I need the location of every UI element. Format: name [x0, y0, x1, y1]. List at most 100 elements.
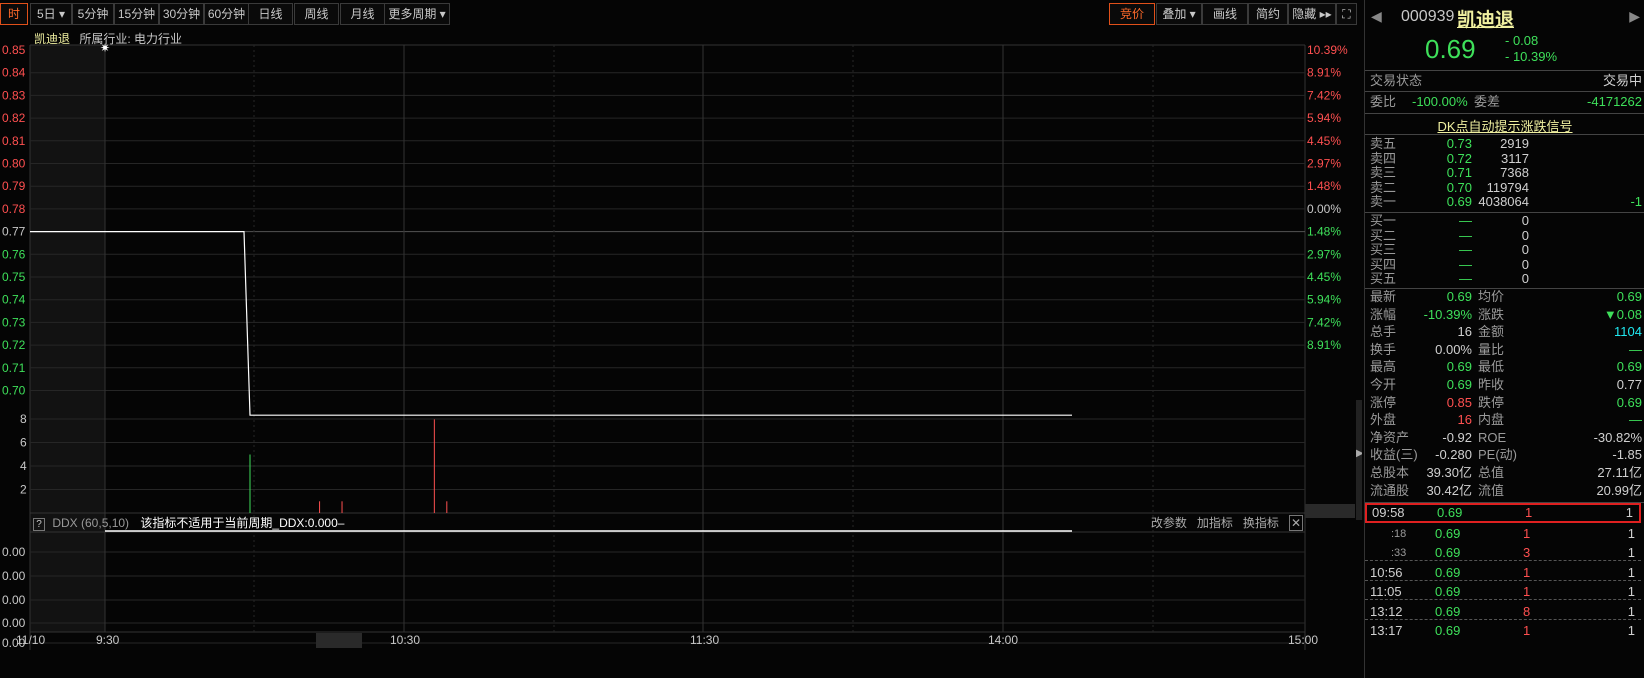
price-tick: 0.72 [2, 338, 26, 352]
stat-row: 总手 16 金额 1104 [1370, 324, 1642, 340]
volume-tick: 4 [20, 459, 27, 473]
wb-label: 委比 [1370, 94, 1397, 109]
price-tick: 0.85 [2, 43, 26, 57]
pct-tick: 8.91% [1307, 338, 1341, 352]
pct-tick: 5.94% [1307, 111, 1341, 125]
ddx-tick: 0.00 [2, 593, 26, 607]
tick-time: :33 [1391, 547, 1407, 559]
tick-price: 0.69 [1435, 545, 1461, 560]
intraday-chart[interactable]: 0.85 0.84 0.83 0.82 0.81 0.80 0.79 0.78 0.77 0.76… [0, 0, 1362, 678]
price-tick: 0.83 [2, 88, 26, 102]
dk-signal-link[interactable]: DK点自动提示涨跌信号 [1365, 116, 1644, 135]
ask-volume: 3117 [1501, 150, 1529, 166]
tick-row: 10:56 0.69 1 1 [1365, 565, 1641, 581]
tick-count: 1 [1627, 564, 1635, 580]
tick-price: 0.69 [1435, 603, 1461, 619]
stat-label: 量比 [1478, 341, 1505, 357]
tick-row: 11:05 0.69 1 1 [1365, 584, 1641, 600]
bid-row: 买四 — 0 [1370, 256, 1642, 272]
stat-label: 均价 [1478, 289, 1505, 304]
tick-volume: 1 [1523, 564, 1531, 580]
stat-value: -0.280 [1435, 447, 1472, 463]
price-tick: 0.84 [2, 66, 26, 80]
price-tick: 0.73 [2, 315, 26, 329]
stat-label: 外盘 [1370, 412, 1397, 428]
ask-label: 卖一 [1370, 194, 1397, 209]
stat-label: 涨停 [1370, 394, 1397, 410]
stat-row: 今开 0.69 昨收 0.77 [1370, 377, 1642, 393]
price-tick: 0.76 [2, 247, 26, 261]
stat-label: PE(动) [1478, 447, 1518, 463]
ask-volume: 119794 [1486, 179, 1529, 195]
tick-volume: 1 [1523, 525, 1531, 541]
close-indicator-button[interactable]: ✕ [1288, 515, 1303, 531]
tick-count: 1 [1627, 603, 1635, 619]
price-tick: 0.70 [2, 384, 26, 398]
wc-label: 委差 [1474, 94, 1501, 109]
help-button[interactable]: ? [33, 518, 45, 531]
stat-value: 39.30亿 [1426, 465, 1472, 480]
next-stock-arrow-icon[interactable]: ▶ [1629, 8, 1640, 25]
ask-price: 0.72 [1446, 150, 1472, 166]
bid-label: 买一 [1370, 213, 1397, 228]
ask-label: 卖四 [1370, 150, 1397, 166]
price-tick: 0.81 [2, 134, 26, 148]
stat-label: 涨跌 [1478, 306, 1505, 322]
ask-label: 卖五 [1370, 136, 1397, 151]
ask-row: 卖一 0.69 4038064 -1 [1370, 195, 1642, 209]
stat-label: 涨幅 [1370, 306, 1397, 322]
cursor-time-highlight [316, 633, 362, 648]
stat-value: 0.69 [1446, 359, 1472, 375]
bid-label: 买四 [1370, 256, 1397, 272]
switch-indicator-button[interactable]: 换指标 [1243, 516, 1279, 530]
stat-value: 16 [1457, 412, 1472, 428]
stock-name[interactable]: 凯迪退 [1457, 5, 1514, 32]
bid-price: — [1459, 227, 1472, 243]
tick-row: 09:58 0.69 1 1 [1365, 503, 1641, 523]
pct-tick: 8.91% [1307, 66, 1341, 80]
price-tick: 0.80 [2, 157, 26, 171]
bid-volume: 0 [1521, 213, 1529, 228]
edit-params-button[interactable]: 改参数 [1151, 516, 1187, 530]
ask-volume: 4038064 [1478, 194, 1529, 209]
stat-label: 流值 [1478, 482, 1505, 498]
stat-row: 涨停 0.85 跌停 0.69 [1370, 395, 1642, 411]
stat-value: 0.69 [1616, 359, 1642, 375]
stat-label: 总值 [1478, 465, 1505, 480]
tick-row: :33 0.69 3 1 [1365, 545, 1641, 561]
stat-label: 总手 [1370, 324, 1397, 340]
stat-value: — [1629, 341, 1642, 357]
tick-count: 1 [1627, 545, 1635, 560]
tick-volume: 8 [1523, 603, 1531, 619]
stat-value: 0.77 [1616, 377, 1642, 392]
bid-row: 买五 — 0 [1370, 272, 1642, 286]
tick-price: 0.69 [1437, 505, 1463, 520]
ask-volume: 7368 [1500, 165, 1529, 180]
wb-value: -100.00% [1412, 94, 1468, 109]
stat-row: 涨幅 -10.39% 涨跌 ▼0.08 [1370, 307, 1642, 323]
quote-panel: ◀ ▶ 000939 凯迪退 0.69- 0.08- 10.39% 交易状态 交易中 委比 -1… [1364, 0, 1644, 678]
ask-volume: 2919 [1500, 136, 1529, 151]
ask-row: 卖二 0.70 119794 [1370, 179, 1642, 195]
bid-row: 买三 — 0 [1370, 243, 1642, 257]
stat-row: 流通股 30.42亿 流值 20.99亿 [1370, 483, 1642, 499]
pct-tick: 1.48% [1307, 179, 1341, 193]
bid-label: 买三 [1370, 242, 1397, 257]
add-indicator-button[interactable]: 加指标 [1197, 516, 1233, 530]
bid-volume: 0 [1521, 242, 1529, 257]
time-tick: 11:30 [690, 633, 719, 647]
time-tick: 14:00 [988, 633, 1018, 647]
stat-value: 16 [1457, 324, 1472, 340]
volume-tick: 6 [20, 436, 27, 450]
stat-value: -1.85 [1612, 447, 1642, 463]
tick-price: 0.69 [1435, 564, 1461, 580]
price-line [30, 231, 1072, 416]
stat-value: 0.85 [1446, 394, 1472, 410]
prev-stock-arrow-icon[interactable]: ◀ [1371, 8, 1382, 25]
tick-time: 09:58 [1372, 505, 1405, 520]
bid-row: 买一 — 0 [1370, 214, 1642, 228]
bid-volume: 0 [1521, 256, 1529, 272]
ddx-tick: 0.00 [2, 545, 26, 559]
last-price: 0.69 [1425, 34, 1476, 64]
ddx-message: 该指标不适用于当前周期_DDX:0.000– [140, 516, 345, 530]
